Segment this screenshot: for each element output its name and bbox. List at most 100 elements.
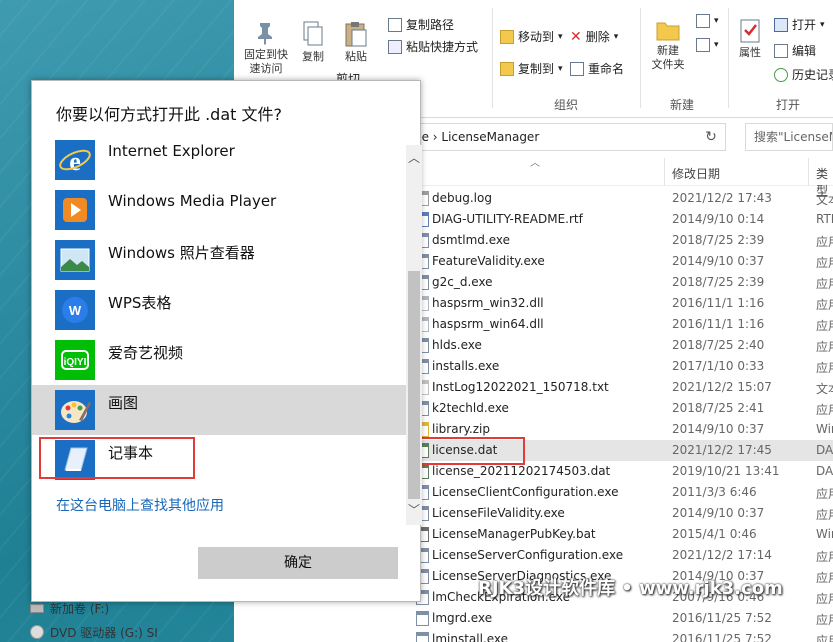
app-item-internet-explorer[interactable]: e Internet Explorer	[32, 135, 406, 185]
file-row[interactable]: FeatureValidity.exe 2014/9/10 0:37 应用	[410, 251, 833, 272]
file-type: 文本	[816, 382, 833, 396]
exe-icon	[416, 611, 429, 626]
file-date: 2018/7/25 2:39	[672, 233, 765, 247]
file-type: Win	[816, 422, 833, 436]
edit-icon	[774, 43, 788, 58]
file-type: 应用	[816, 277, 833, 291]
move-to-button[interactable]: 移动到 ▾	[500, 28, 563, 45]
scroll-thumb[interactable]	[408, 271, 420, 499]
paste-label: 粘贴	[345, 50, 367, 63]
file-type: 应用	[816, 298, 833, 312]
file-row[interactable]: k2techld.exe 2018/7/25 2:41 应用	[410, 398, 833, 419]
exe-icon	[416, 632, 429, 642]
copy-to-label: 复制到	[518, 62, 555, 76]
file-date: 2021/12/2 15:07	[672, 380, 772, 394]
file-name: dsmtlmd.exe	[432, 233, 511, 247]
column-separator[interactable]	[664, 158, 665, 186]
file-date: 2018/7/25 2:40	[672, 338, 765, 352]
file-date: 2016/11/25 7:52	[672, 632, 772, 642]
file-row[interactable]: haspsrm_win32.dll 2016/11/1 1:16 应用	[410, 293, 833, 314]
ribbon-separator	[728, 8, 729, 108]
file-row[interactable]: installs.exe 2017/1/10 0:33 应用	[410, 356, 833, 377]
column-separator[interactable]	[808, 158, 809, 186]
pin-quick-access-button[interactable]: 固定到快 速访问	[240, 20, 292, 76]
properties-button[interactable]: 属性	[734, 18, 766, 60]
chevron-down-icon: ▾	[714, 16, 719, 26]
edit-button[interactable]: 编辑	[774, 42, 816, 59]
copy-to-button[interactable]: 复制到 ▾	[500, 60, 563, 77]
file-name: g2c_d.exe	[432, 275, 493, 289]
new-item-button[interactable]: ▾	[696, 14, 719, 28]
address-path[interactable]: ce › LicenseManager	[410, 123, 726, 151]
app-item-wps-spreadsheet[interactable]: W WPS表格	[32, 285, 406, 335]
file-date: 2018/7/25 2:41	[672, 401, 765, 415]
new-folder-button[interactable]: 新建 文件夹	[646, 18, 690, 72]
file-name: k2techld.exe	[432, 401, 509, 415]
file-row[interactable]: haspsrm_win64.dll 2016/11/1 1:16 应用	[410, 314, 833, 335]
delete-label: 删除	[585, 30, 610, 44]
app-list-scrollbar[interactable]: ︿ ﹀	[406, 145, 422, 525]
find-more-apps-link[interactable]: 在这台电脑上查找其他应用	[56, 495, 224, 515]
app-item-iqiyi[interactable]: iQIYI 爱奇艺视频	[32, 335, 406, 385]
file-date: 2018/7/25 2:39	[672, 275, 765, 289]
search-placeholder: 搜索"LicenseManager"	[754, 130, 832, 144]
file-type: 应用	[816, 592, 833, 606]
scroll-down-icon[interactable]: ﹀	[406, 501, 422, 521]
folder-copy-icon	[500, 61, 514, 76]
chevron-down-icon: ▾	[714, 40, 719, 50]
file-row[interactable]: LicenseClientConfiguration.exe 2011/3/3 6…	[410, 482, 833, 503]
svg-text:iQIYI: iQIYI	[64, 357, 87, 368]
rename-button[interactable]: 重命名	[570, 60, 624, 77]
file-row[interactable]: InstLog12022021_150718.txt 2021/12/2 15:0…	[410, 377, 833, 398]
file-row[interactable]: dsmtlmd.exe 2018/7/25 2:39 应用	[410, 230, 833, 251]
file-row[interactable]: LicenseFileValidity.exe 2014/9/10 0:37 应用	[410, 503, 833, 524]
copy-path-button[interactable]: 复制路径	[388, 16, 454, 33]
file-name: LicenseFileValidity.exe	[432, 506, 565, 520]
file-row[interactable]: lmgrd.exe 2016/11/25 7:52 应用	[410, 608, 833, 629]
history-button[interactable]: 历史记录	[774, 66, 833, 83]
file-type: 应用	[816, 403, 833, 417]
file-name: license_20211202174503.dat	[432, 464, 611, 478]
app-item-photo-viewer[interactable]: Windows 照片查看器	[32, 235, 406, 285]
chevron-down-icon: ▾	[558, 63, 563, 74]
file-date: 2015/4/1 0:46	[672, 527, 757, 541]
file-type: 应用	[816, 361, 833, 375]
ribbon-separator	[640, 8, 641, 108]
app-item-paint[interactable]: 画图	[32, 385, 406, 435]
drive-icon	[30, 603, 44, 613]
column-header-date[interactable]: 修改日期	[672, 165, 720, 182]
copy-button[interactable]: 复制	[296, 20, 330, 64]
group-new-label: 新建	[670, 98, 695, 112]
app-item-windows-media-player[interactable]: Windows Media Player	[32, 185, 406, 235]
file-row[interactable]: debug.log 2021/12/2 17:43 文本	[410, 188, 833, 209]
dvd-icon	[30, 625, 44, 639]
file-row[interactable]: DIAG-UTILITY-README.rtf 2014/9/10 0:14 RTF	[410, 209, 833, 230]
file-row[interactable]: g2c_d.exe 2018/7/25 2:39 应用	[410, 272, 833, 293]
paste-shortcut-button[interactable]: 粘贴快捷方式	[388, 38, 478, 55]
file-row[interactable]: hlds.exe 2018/7/25 2:40 应用	[410, 335, 833, 356]
file-row[interactable]: lminstall.exe 2016/11/25 7:52 应用	[410, 629, 833, 642]
ok-button[interactable]: 确定	[198, 547, 398, 579]
address-path-text: ce › LicenseManager	[415, 130, 540, 144]
file-row[interactable]: LicenseServerConfiguration.exe 2021/12/2 …	[410, 545, 833, 566]
properties-icon	[740, 19, 760, 43]
open-button[interactable]: 打开 ▾	[774, 16, 825, 33]
scroll-up-icon[interactable]: ︿	[406, 149, 422, 169]
delete-icon: ✕	[570, 28, 582, 45]
delete-button[interactable]: ✕ 删除 ▾	[570, 28, 618, 45]
file-date: 2011/3/3 6:46	[672, 485, 757, 499]
file-type: 应用	[816, 340, 833, 354]
pin-label: 固定到快 速访问	[244, 48, 288, 75]
nav-item-dvd-g[interactable]: DVD 驱动器 (G:) SI	[30, 620, 180, 642]
paste-button[interactable]: 粘贴	[338, 20, 374, 64]
new-item-icon	[696, 14, 710, 28]
app-label: WPS表格	[108, 294, 172, 312]
file-list: ︿ 修改日期 类型 debug.log 2021/12/2 17:43 文本 DIAG…	[410, 158, 833, 642]
easy-access-button[interactable]: ▾	[696, 38, 719, 52]
search-input[interactable]: 搜索"LicenseManager"	[745, 123, 833, 151]
open-icon	[774, 17, 788, 32]
file-type: DA	[816, 443, 833, 457]
file-row[interactable]: LicenseManagerPubKey.bat 2015/4/1 0:46 Win	[410, 524, 833, 545]
file-date: 2014/9/10 0:37	[672, 506, 765, 520]
refresh-icon[interactable]: ↻	[700, 127, 722, 147]
